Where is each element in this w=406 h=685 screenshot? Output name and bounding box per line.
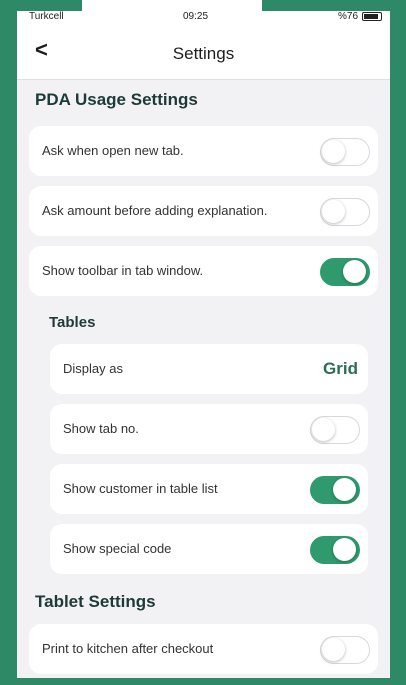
toggle-knob [343,260,366,283]
toggle-switch[interactable] [320,138,370,166]
toggle-switch[interactable] [320,636,370,664]
toggle-switch[interactable] [310,536,360,564]
battery-percent: %76 [337,11,358,22]
toggle-knob [312,418,335,441]
subsection-title-tables: Tables [49,314,96,331]
setting-label: Show tab no. [63,421,139,436]
setting-row-show-special-code: Show special code [50,524,368,574]
clock: 09:25 [183,11,209,22]
toggle-knob [322,638,345,661]
setting-label: Show toolbar in tab window. [42,263,204,278]
toggle-switch[interactable] [320,198,370,226]
setting-label: Ask amount before adding explanation. [42,203,268,218]
toggle-knob [333,478,356,501]
toggle-switch[interactable] [310,476,360,504]
setting-row-show-toolbar: Show toolbar in tab window. [29,246,378,296]
toggle-switch[interactable] [310,416,360,444]
page-title: Settings [172,44,235,63]
setting-row-print-kitchen: Print to kitchen after checkout [29,624,378,674]
setting-label: Show special code [63,541,172,556]
toggle-knob [333,538,356,561]
battery-indicator: %76 [338,11,382,22]
section-title-pda: PDA Usage Settings [35,90,198,109]
setting-row-show-tab-no: Show tab no. [50,404,368,454]
toggle-knob [322,200,345,223]
top-tab-decoration [82,0,262,11]
toggle-knob [322,140,345,163]
setting-row-display-as[interactable]: Display as Grid [50,344,368,394]
setting-row-ask-amount: Ask amount before adding explanation. [29,186,378,236]
setting-row-ask-new-tab: Ask when open new tab. [29,126,378,176]
section-title-tablet: Tablet Settings [35,592,156,611]
carrier-label: Turkcell [29,11,64,22]
setting-row-show-customer: Show customer in table list [50,464,368,514]
setting-label: Display as [63,361,123,376]
display-as-value[interactable]: Grid [323,359,358,379]
navigation-bar: < Settings [17,25,390,80]
status-bar: Turkcell 09:25 %76 [17,11,390,25]
toggle-switch[interactable] [320,258,370,286]
setting-label: Show customer in table list [63,481,218,496]
setting-label: Ask when open new tab. [42,143,184,158]
setting-label: Print to kitchen after checkout [42,641,214,656]
phone-screen: Turkcell 09:25 %76 < Settings PDA Usage … [17,11,390,678]
battery-icon [362,12,382,21]
